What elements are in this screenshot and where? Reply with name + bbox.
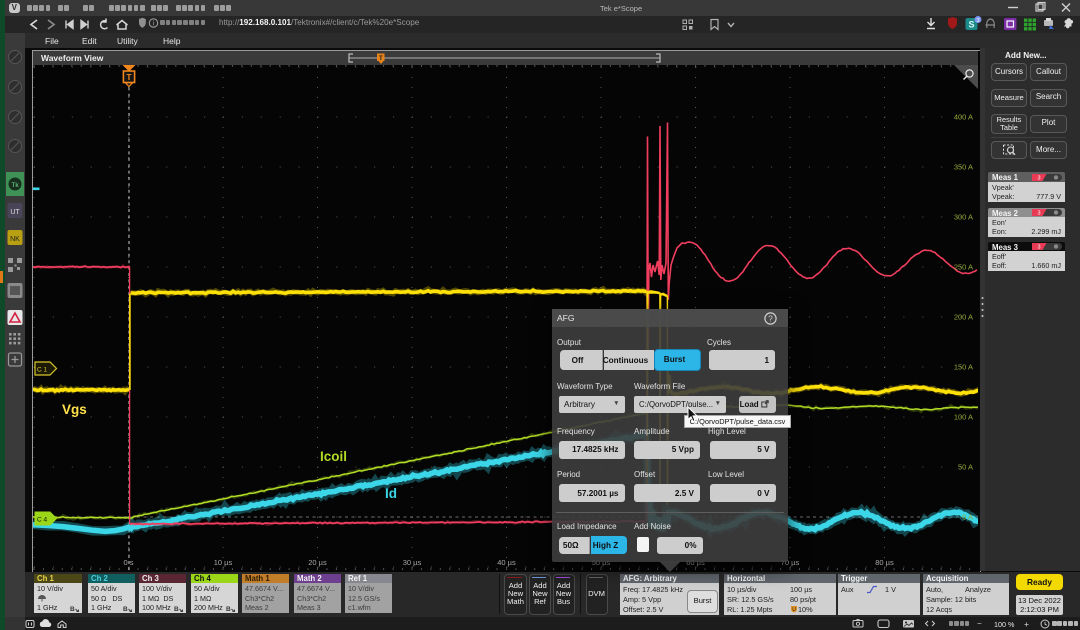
svg-text:150 A: 150 A <box>954 363 973 372</box>
svg-text:40 µs: 40 µs <box>497 558 516 567</box>
svg-text:UT: UT <box>10 209 20 216</box>
svg-text:350 A: 350 A <box>954 163 973 172</box>
svg-text:250 A: 250 A <box>954 263 973 272</box>
svg-text:Tk: Tk <box>11 182 19 189</box>
svg-text:Icoil: Icoil <box>320 449 347 464</box>
svg-text:B: B <box>123 606 128 612</box>
svg-text:C 1: C 1 <box>37 367 48 374</box>
svg-text:Vgs: Vgs <box>62 402 87 417</box>
svg-text:T: T <box>379 55 383 61</box>
svg-text:S: S <box>968 20 974 30</box>
svg-text:0 s: 0 s <box>123 558 133 567</box>
svg-text:0 A: 0 A <box>962 513 973 522</box>
svg-text:B: B <box>70 606 75 612</box>
svg-text:T: T <box>126 72 132 82</box>
svg-text:U: U <box>792 607 796 613</box>
svg-text:3: 3 <box>1037 245 1040 250</box>
svg-text:?: ? <box>768 313 773 323</box>
svg-text:3: 3 <box>976 18 979 24</box>
svg-text:200 A: 200 A <box>954 313 973 322</box>
svg-text:30 µs: 30 µs <box>403 558 422 567</box>
svg-text:400 A: 400 A <box>954 113 973 122</box>
svg-text:300 A: 300 A <box>954 213 973 222</box>
svg-text:100 A: 100 A <box>954 413 973 422</box>
svg-text:10 µs: 10 µs <box>214 558 233 567</box>
svg-text:50 A: 50 A <box>958 463 973 472</box>
svg-text:20 µs: 20 µs <box>308 558 327 567</box>
svg-text:C 4: C 4 <box>37 517 48 524</box>
svg-text:Id: Id <box>385 486 397 501</box>
svg-text:3: 3 <box>1037 175 1040 180</box>
svg-text:3: 3 <box>1037 211 1040 216</box>
svg-text:B: B <box>174 606 179 612</box>
svg-text:B: B <box>226 606 231 612</box>
svg-text:NK: NK <box>10 236 20 243</box>
svg-text:80 µs: 80 µs <box>875 558 894 567</box>
